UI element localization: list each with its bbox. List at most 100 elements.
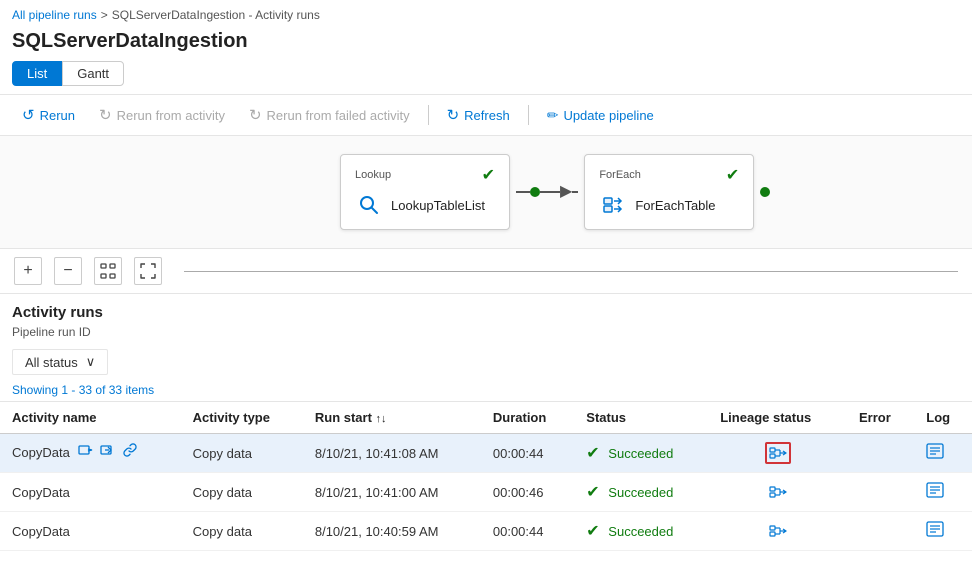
col-error: Error: [847, 402, 914, 434]
cell-lineage-status[interactable]: [708, 473, 847, 512]
toolbar-separator: [428, 105, 429, 125]
lookup-success-badge: ✔: [482, 165, 495, 185]
lineage-icon-plain[interactable]: [766, 520, 790, 542]
showing-text: Showing 1 - 33 of 33 items: [0, 379, 972, 401]
foreach-node[interactable]: ForEach ✔ ForEachTable: [584, 154, 754, 230]
table-row[interactable]: CopyDataCopy data8/10/21, 10:41:00 AM00:…: [0, 473, 972, 512]
lineage-icon-plain[interactable]: [720, 481, 835, 503]
cell-log[interactable]: [914, 473, 972, 512]
col-run-start[interactable]: Run start ↑↓: [303, 402, 481, 434]
breadcrumb: All pipeline runs > SQLServerDataIngesti…: [0, 0, 972, 26]
toolbar-separator-2: [528, 105, 529, 125]
activity-name-text: CopyData: [12, 445, 70, 460]
fit-canvas-button[interactable]: [94, 257, 122, 285]
pipeline-run-id-label: Pipeline run ID: [12, 325, 960, 339]
col-activity-name: Activity name: [0, 402, 181, 434]
connector-arrow: ▶: [560, 184, 572, 200]
rerun-from-failed-icon: ↻: [249, 106, 262, 124]
cell-run-start: 8/10/21, 10:40:59 AM: [303, 512, 481, 551]
status-success: ✔ Succeeded: [586, 482, 696, 502]
cell-duration: 00:00:44: [481, 512, 574, 551]
lineage-icon-plain[interactable]: [720, 520, 835, 542]
lineage-icon-plain[interactable]: [766, 481, 790, 503]
foreach-node-name: ForEachTable: [635, 198, 715, 213]
sort-icon: ↑↓: [376, 413, 387, 425]
activity-export-icon[interactable]: [100, 442, 116, 462]
refresh-button[interactable]: ↻ Refresh: [437, 101, 520, 129]
table-row[interactable]: CopyDataCopy data8/10/21, 10:40:59 AM00:…: [0, 512, 972, 551]
lookup-node[interactable]: Lookup ✔ LookupTableList: [340, 154, 510, 230]
rerun-from-activity-button[interactable]: ↻ Rerun from activity: [89, 101, 235, 129]
rerun-from-activity-label: Rerun from activity: [117, 108, 225, 123]
list-view-button[interactable]: List: [12, 61, 62, 86]
status-success: ✔ Succeeded: [586, 443, 696, 463]
col-duration: Duration: [481, 402, 574, 434]
status-success: ✔ Succeeded: [586, 521, 696, 541]
cell-log[interactable]: [914, 434, 972, 473]
status-filter-label: All status: [25, 355, 78, 370]
foreach-node-body: ForEachTable: [599, 191, 739, 219]
update-pipeline-button[interactable]: ✏ Update pipeline: [537, 102, 664, 129]
view-toggle: List Gantt: [0, 61, 972, 94]
check-circle-icon: ✔: [586, 521, 599, 541]
canvas-divider: [184, 271, 958, 272]
connector-line-right: [572, 191, 578, 193]
cell-lineage-status[interactable]: [708, 512, 847, 551]
foreach-right-dot: [760, 187, 770, 197]
gantt-view-button[interactable]: Gantt: [62, 61, 124, 86]
cell-error: [847, 512, 914, 551]
lineage-icon-highlighted[interactable]: [720, 442, 835, 464]
cell-run-start: 8/10/21, 10:41:00 AM: [303, 473, 481, 512]
lookup-node-name: LookupTableList: [391, 198, 485, 213]
cell-error: [847, 473, 914, 512]
col-lineage-status: Lineage status: [708, 402, 847, 434]
breadcrumb-current: SQLServerDataIngestion - Activity runs: [112, 8, 320, 22]
toolbar: ↺ Rerun ↻ Rerun from activity ↻ Rerun fr…: [0, 94, 972, 136]
lineage-box[interactable]: [765, 442, 791, 464]
log-icon[interactable]: [926, 524, 944, 541]
col-log: Log: [914, 402, 972, 434]
connector-line-left: [516, 191, 530, 193]
pipeline-connector: ▶: [516, 184, 578, 200]
pencil-icon: ✏: [547, 107, 559, 124]
col-status: Status: [574, 402, 708, 434]
cell-status: ✔ Succeeded: [574, 512, 708, 551]
refresh-icon: ↻: [447, 106, 460, 124]
connector-dot-left: [530, 187, 540, 197]
zoom-in-button[interactable]: +: [14, 257, 42, 285]
table-row[interactable]: CopyDataCopy data8/10/21, 10:41:08 AM00:…: [0, 434, 972, 473]
cell-log[interactable]: [914, 512, 972, 551]
expand-icon: [140, 263, 156, 279]
activity-nav-icon[interactable]: [78, 442, 94, 462]
cell-activity-type: Copy data: [181, 473, 303, 512]
update-pipeline-label: Update pipeline: [563, 108, 653, 123]
activity-runs-title: Activity runs: [12, 304, 960, 321]
cell-duration: 00:00:46: [481, 473, 574, 512]
rerun-button[interactable]: ↺ Rerun: [12, 101, 85, 129]
expand-canvas-button[interactable]: [134, 257, 162, 285]
breadcrumb-separator: >: [101, 8, 108, 22]
rerun-from-activity-icon: ↻: [99, 106, 112, 124]
foreach-node-type: ForEach: [599, 169, 641, 181]
activity-link-icon[interactable]: [122, 442, 138, 462]
activity-action-icons: [78, 442, 138, 462]
log-icon[interactable]: [926, 485, 944, 502]
breadcrumb-link[interactable]: All pipeline runs: [12, 8, 97, 22]
connector-line-mid: [540, 191, 560, 193]
foreach-success-badge: ✔: [726, 165, 739, 185]
lookup-node-type: Lookup: [355, 169, 391, 181]
cell-activity-type: Copy data: [181, 512, 303, 551]
table-header-row: Activity name Activity type Run start ↑↓…: [0, 402, 972, 434]
lookup-node-header: Lookup ✔: [355, 165, 495, 185]
zoom-out-button[interactable]: −: [54, 257, 82, 285]
activity-runs-table: Activity name Activity type Run start ↑↓…: [0, 401, 972, 551]
check-circle-icon: ✔: [586, 443, 599, 463]
status-filter-dropdown[interactable]: All status ∨: [12, 349, 108, 375]
canvas-controls: + −: [0, 249, 972, 294]
log-icon[interactable]: [926, 446, 944, 463]
cell-lineage-status[interactable]: [708, 434, 847, 473]
cell-run-start: 8/10/21, 10:41:08 AM: [303, 434, 481, 473]
cell-status: ✔ Succeeded: [574, 434, 708, 473]
col-activity-type: Activity type: [181, 402, 303, 434]
rerun-from-failed-button[interactable]: ↻ Rerun from failed activity: [239, 101, 420, 129]
